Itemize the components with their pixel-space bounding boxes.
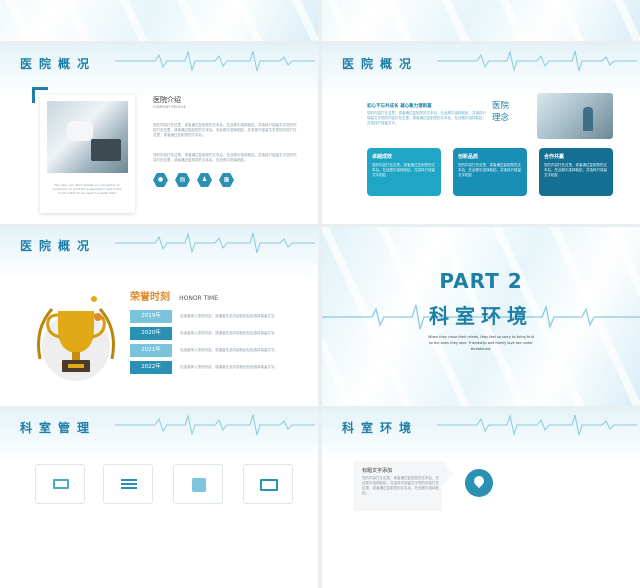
intro-paragraph-1: 您的内容打在这里，或者通过复制您的文本后，在此框中选择粘贴，并选择只保留文字您的… bbox=[153, 123, 297, 137]
slide-2[interactable] bbox=[322, 0, 640, 41]
laptop-icon bbox=[53, 479, 69, 489]
ekg-line bbox=[437, 50, 637, 72]
year-badge: 2022年 bbox=[130, 361, 172, 374]
year-badge: 2020年 bbox=[130, 327, 172, 340]
slide-title: 医院概况 bbox=[20, 57, 97, 71]
profile-card: The user can demonstrate on a projector … bbox=[40, 95, 135, 213]
slide-7[interactable]: 科室管理 bbox=[0, 409, 318, 588]
part-number: PART 2 bbox=[439, 269, 523, 293]
year-description: 包适量简入您的内容，或通量在此内容粘贴包括选择保留文字。 bbox=[180, 331, 278, 335]
slide-title: 医院概况 bbox=[342, 57, 419, 71]
feature-card bbox=[103, 464, 153, 504]
feature-card bbox=[35, 464, 85, 504]
vertical-title-line-1: 医院 bbox=[492, 101, 510, 111]
slide-title: 科室管理 bbox=[20, 421, 97, 435]
slide-3[interactable]: 医院概况 The user can demonstrate on a proje… bbox=[0, 45, 318, 224]
card-caption: The user can demonstrate on a projector … bbox=[52, 183, 122, 195]
vertical-title: 医院 理念 bbox=[492, 100, 509, 124]
lab-photo bbox=[537, 93, 613, 139]
ekg-line bbox=[437, 414, 637, 436]
image-icon bbox=[260, 479, 278, 491]
part-subtitle-line-1: When they close their minds, they feel s… bbox=[428, 335, 534, 339]
timeline-row: 2021年 包适量简入您的内容，或通量在此内容粘贴包括选择保留文字。 bbox=[130, 344, 305, 357]
chart-icon: ▤ bbox=[175, 173, 190, 187]
section-subheading: COMPANY PROFILE bbox=[153, 105, 186, 109]
value-card-text: 您的内容打在这里，或者通过复制您的文本后，在此框中选择粘贴，并选择只保留文字粘贴 bbox=[544, 163, 607, 177]
slide-title: 医院概况 bbox=[20, 239, 97, 253]
list-icon bbox=[121, 479, 137, 491]
ekg-line bbox=[115, 50, 315, 72]
timeline-row: 2020年 包适量简入您的内容，或通量在此内容粘贴包括选择保留文字。 bbox=[130, 327, 305, 340]
concept-paragraph: 您的内容打在这里，或者通过复制您的文本后，在此框中选择粘贴，并选择只保留文字您的… bbox=[367, 111, 486, 125]
value-card-3: 合作共赢 您的内容打在这里，或者通过复制您的文本后，在此框中选择粘贴，并选择只保… bbox=[539, 148, 613, 196]
people-icon: ● bbox=[153, 173, 168, 187]
lab-photo bbox=[47, 101, 128, 173]
year-description: 包适量简入您的内容，或通量在此内容粘贴包括选择保留文字。 bbox=[180, 348, 278, 352]
text-box-title: 标题文字添加 bbox=[362, 468, 393, 474]
vertical-title-line-2: 理念 bbox=[492, 113, 510, 123]
year-description: 包适量简入您的内容，或通量在此内容粘贴包括选择保留文字。 bbox=[180, 314, 278, 318]
slide-title: 科室环境 bbox=[342, 421, 419, 435]
slide-1[interactable] bbox=[0, 0, 318, 41]
part-subtitle-line-3: threatened. bbox=[470, 347, 492, 351]
feature-card bbox=[243, 464, 293, 504]
year-badge: 2021年 bbox=[130, 344, 172, 357]
value-card-title: 创新品质 bbox=[458, 154, 479, 160]
value-card-1: 卓越成效 您的内容打在这里，或者通过复制您的文本后，在此框中选择粘贴，并选择只保… bbox=[367, 148, 441, 196]
value-card-2: 创新品质 您的内容打在这里，或者通过复制您的文本后，在此框中选择粘贴，并选择只保… bbox=[453, 148, 527, 196]
ekg-line bbox=[115, 232, 315, 254]
timeline: 2019年 包适量简入您的内容，或通量在此内容粘贴包括选择保留文字。 2020年… bbox=[130, 310, 305, 374]
timeline-row: 2022年 包适量简入您的内容，或通量在此内容粘贴包括选择保留文字。 bbox=[130, 361, 305, 374]
value-card-text: 您的内容打在这里，或者通过复制您的文本后，在此框中选择粘贴，并选择只保留文字粘贴 bbox=[372, 163, 435, 177]
feature-card bbox=[173, 464, 223, 504]
slide-5[interactable]: 医院概况 荣誉时刻 HONOR TIME 2019年 包适量简入您的内容，或通量… bbox=[0, 227, 318, 406]
part-subtitle-line-2: to the ones they love. Friendship and fa… bbox=[429, 341, 533, 345]
timeline-row: 2019年 包适量简入您的内容，或通量在此内容粘贴包括选择保留文字。 bbox=[130, 310, 305, 323]
intro-paragraph-2: 您的内容打在这里，或者通过复制您的文本后，在此框中选择粘贴，并选择只保留文字您的… bbox=[153, 153, 297, 162]
user-icon: ♟ bbox=[197, 173, 212, 187]
location-pin-icon bbox=[471, 473, 487, 489]
honor-title-en: HONOR TIME bbox=[179, 295, 219, 302]
honor-title-cn: 荣誉时刻 bbox=[130, 292, 170, 303]
value-card-title: 卓越成效 bbox=[372, 154, 393, 160]
trophy-icon bbox=[37, 296, 115, 381]
section-heading: 医院介绍 bbox=[153, 96, 181, 104]
slide-4[interactable]: 医院概况 初心不忘共成长 凝心聚力谱新篇 您的内容打在这里，或者通过复制您的文本… bbox=[322, 45, 640, 224]
text-box-body: 您的内容打在这里，或者通过复制您的文本后，在此框中选择粘贴，并选择只保留文字您的… bbox=[362, 476, 439, 495]
location-badge bbox=[465, 469, 493, 497]
part-title: 科室环境 bbox=[429, 304, 533, 328]
slide-6[interactable]: PART 2 科室环境 When they close their minds,… bbox=[322, 227, 640, 406]
slide-8[interactable]: 科室环境 标题文字添加 您的内容打在这里，或者通过复制您的文本后，在此框中选择粘… bbox=[322, 409, 640, 588]
honor-title: 荣誉时刻 HONOR TIME bbox=[130, 285, 218, 304]
year-badge: 2019年 bbox=[130, 310, 172, 323]
slogan: 初心不忘共成长 凝心聚力谱新篇 bbox=[367, 104, 432, 109]
icon-row: ● ▤ ♟ ▦ bbox=[153, 173, 234, 187]
year-description: 包适量简入您的内容，或通量在此内容粘贴包括选择保留文字。 bbox=[180, 365, 278, 369]
calendar-icon: ▦ bbox=[219, 173, 234, 187]
value-card-text: 您的内容打在这里，或者通过复制您的文本后，在此框中选择粘贴，并选择只保留文字粘贴 bbox=[458, 163, 521, 177]
ekg-line bbox=[115, 414, 315, 436]
value-card-title: 合作共赢 bbox=[544, 154, 565, 160]
edit-icon bbox=[192, 478, 206, 492]
